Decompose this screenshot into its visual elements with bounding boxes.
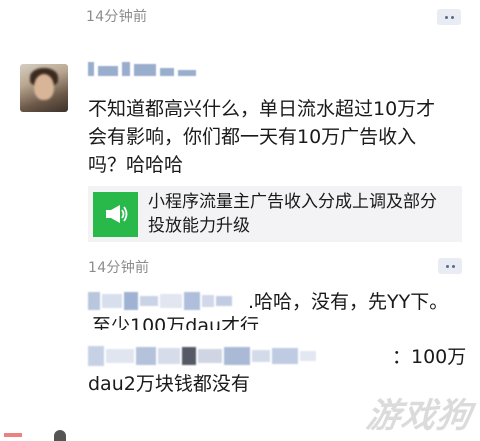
blur-block <box>88 292 100 310</box>
dot-icon <box>444 15 448 19</box>
blur-block <box>272 348 298 364</box>
next-comment-strip <box>0 428 480 441</box>
avatar-face <box>34 74 54 100</box>
avatar[interactable] <box>20 64 68 112</box>
blur-block <box>98 66 118 76</box>
tiny-badge-icon <box>4 433 22 437</box>
dot-icon <box>450 15 454 19</box>
blur-block <box>134 64 156 76</box>
article-link-card[interactable]: 小程序流量主广告收入分成上调及部分 投放能力升级 <box>88 186 462 242</box>
comment-text-line3: 吗？哈哈哈 <box>88 154 184 176</box>
blur-block <box>102 294 122 308</box>
blur-block <box>224 347 250 365</box>
blurred-reply-name-1[interactable] <box>88 292 232 310</box>
blur-block <box>106 349 134 363</box>
dot-icon <box>445 264 449 268</box>
blur-block <box>202 295 214 307</box>
next-avatar <box>54 430 66 441</box>
blur-block <box>252 350 270 362</box>
more-options-button[interactable] <box>437 9 461 25</box>
blur-block <box>216 296 232 306</box>
reply-2-text: ：100万 <box>392 346 467 368</box>
blur-block <box>88 346 104 366</box>
dot-icon <box>451 264 455 268</box>
blur-block <box>140 296 158 306</box>
blur-block <box>160 294 182 308</box>
blur-block <box>198 349 222 363</box>
reply-1-text: .哈哈，没有，先YY下。 <box>248 291 449 313</box>
blur-block <box>136 347 156 365</box>
more-options-button-2[interactable] <box>438 258 462 274</box>
comment-text-line2: 会有影响，你们都一天有10万广告收入 <box>88 126 417 148</box>
blurred-reply-name-2[interactable] <box>88 346 316 366</box>
megaphone-icon <box>93 191 138 237</box>
blur-block <box>122 62 130 76</box>
timestamp-second: 14分钟前 <box>88 260 150 276</box>
blur-block <box>178 70 196 76</box>
blur-block <box>160 68 174 76</box>
blur-block <box>124 292 138 310</box>
reply-2-text-line2: dau2万块钱都没有 <box>88 373 250 395</box>
reply-1-text-line2: 至少100万dau才行 <box>92 315 260 330</box>
blurred-username[interactable] <box>88 62 196 76</box>
blur-block <box>88 62 94 76</box>
card-title: 小程序流量主广告收入分成上调及部分 投放能力升级 <box>148 190 437 238</box>
card-title-line1: 小程序流量主广告收入分成上调及部分 <box>148 192 437 212</box>
card-title-line2: 投放能力升级 <box>148 216 250 236</box>
comment-text-line1: 不知道都高兴什么，单日流水超过10万才 <box>88 98 436 120</box>
timestamp-top: 14分钟前 <box>86 9 148 25</box>
blur-block <box>182 347 196 365</box>
blur-block <box>300 351 316 361</box>
blur-block <box>184 292 200 310</box>
megaphone-icon-svg <box>105 205 127 223</box>
blur-block <box>158 348 180 364</box>
